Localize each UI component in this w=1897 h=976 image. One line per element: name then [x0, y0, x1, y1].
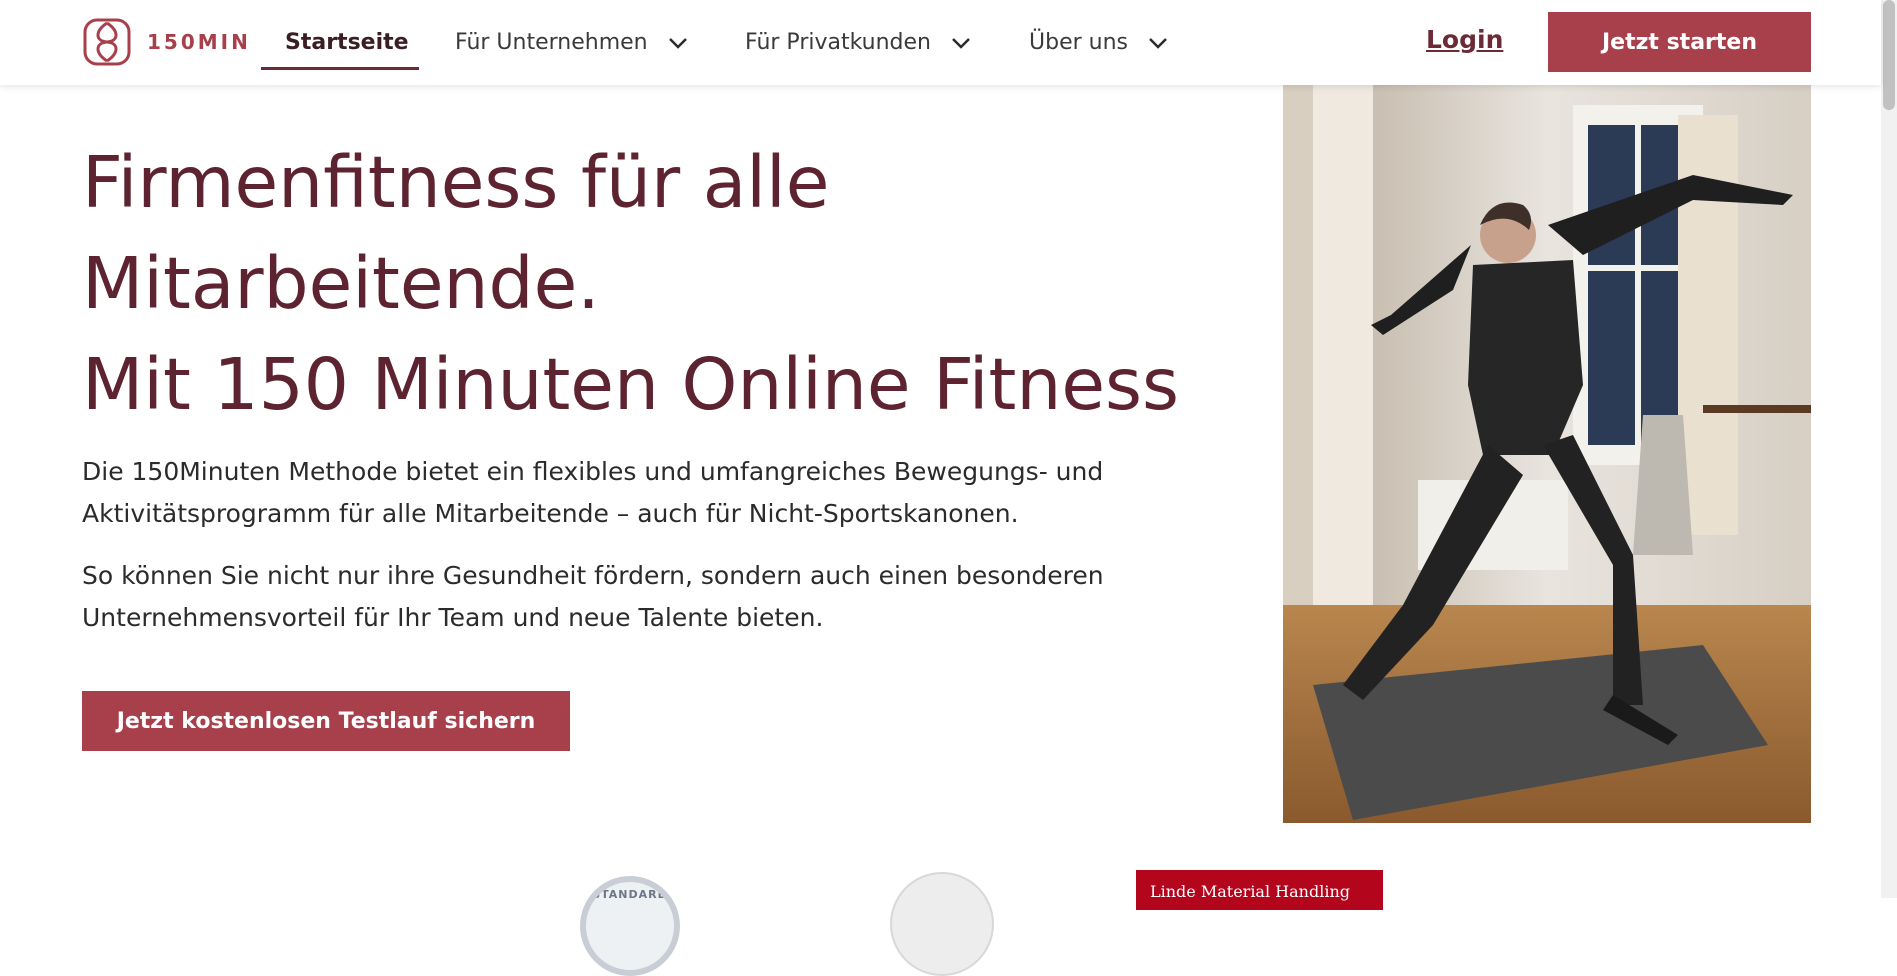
- nav-label: Für Privatkunden: [745, 30, 931, 55]
- hero-yoga-photo: [1283, 85, 1811, 823]
- scrollbar-track[interactable]: [1881, 0, 1897, 898]
- nav-label: Über uns: [1029, 30, 1128, 55]
- headline-line: Mit 150 Minuten Online Fitness: [82, 343, 1180, 426]
- chevron-down-icon: [951, 37, 971, 49]
- nav-fuer-privatkunden[interactable]: Für Privatkunden: [745, 0, 971, 85]
- partner-logo-circle: [890, 872, 994, 976]
- nav-label: Für Unternehmen: [455, 30, 648, 55]
- headline-line: Firmenfitness für alle: [82, 141, 830, 224]
- hero-benefit-paragraph: So können Sie nicht nur ihre Gesundheit …: [82, 561, 1104, 632]
- badge-text: STANDARD: [592, 888, 668, 901]
- jetzt-starten-button[interactable]: Jetzt starten: [1548, 12, 1811, 72]
- standard-certification-badge: STANDARD: [580, 876, 680, 976]
- nav-startseite[interactable]: Startseite: [285, 0, 409, 85]
- brand-logo[interactable]: 150MIN: [82, 17, 251, 67]
- nav-ueber-uns[interactable]: Über uns: [1029, 0, 1168, 85]
- nav-label: Startseite: [285, 30, 409, 55]
- active-nav-indicator: [261, 67, 419, 70]
- hero-headline: Firmenfitness für alle Mitarbeitende. Mi…: [82, 132, 1179, 435]
- headline-line: Mitarbeitende.: [82, 242, 600, 325]
- linde-partner-logo: Linde Material Handling: [1136, 870, 1383, 910]
- chevron-down-icon: [668, 37, 688, 49]
- scrollbar-thumb[interactable]: [1883, 0, 1895, 110]
- chevron-down-icon: [1148, 37, 1168, 49]
- nav-fuer-unternehmen[interactable]: Für Unternehmen: [455, 0, 688, 85]
- top-navigation-bar: 150MIN Startseite Für Unternehmen Für Pr…: [0, 0, 1881, 85]
- logo-text: 150MIN: [147, 30, 251, 54]
- logo-icon: [83, 18, 131, 66]
- hero-intro-paragraph: Die 150Minuten Methode bietet ein flexib…: [82, 457, 1104, 528]
- free-trial-button[interactable]: Jetzt kostenlosen Testlauf sichern: [82, 691, 570, 751]
- login-link[interactable]: Login: [1426, 25, 1503, 54]
